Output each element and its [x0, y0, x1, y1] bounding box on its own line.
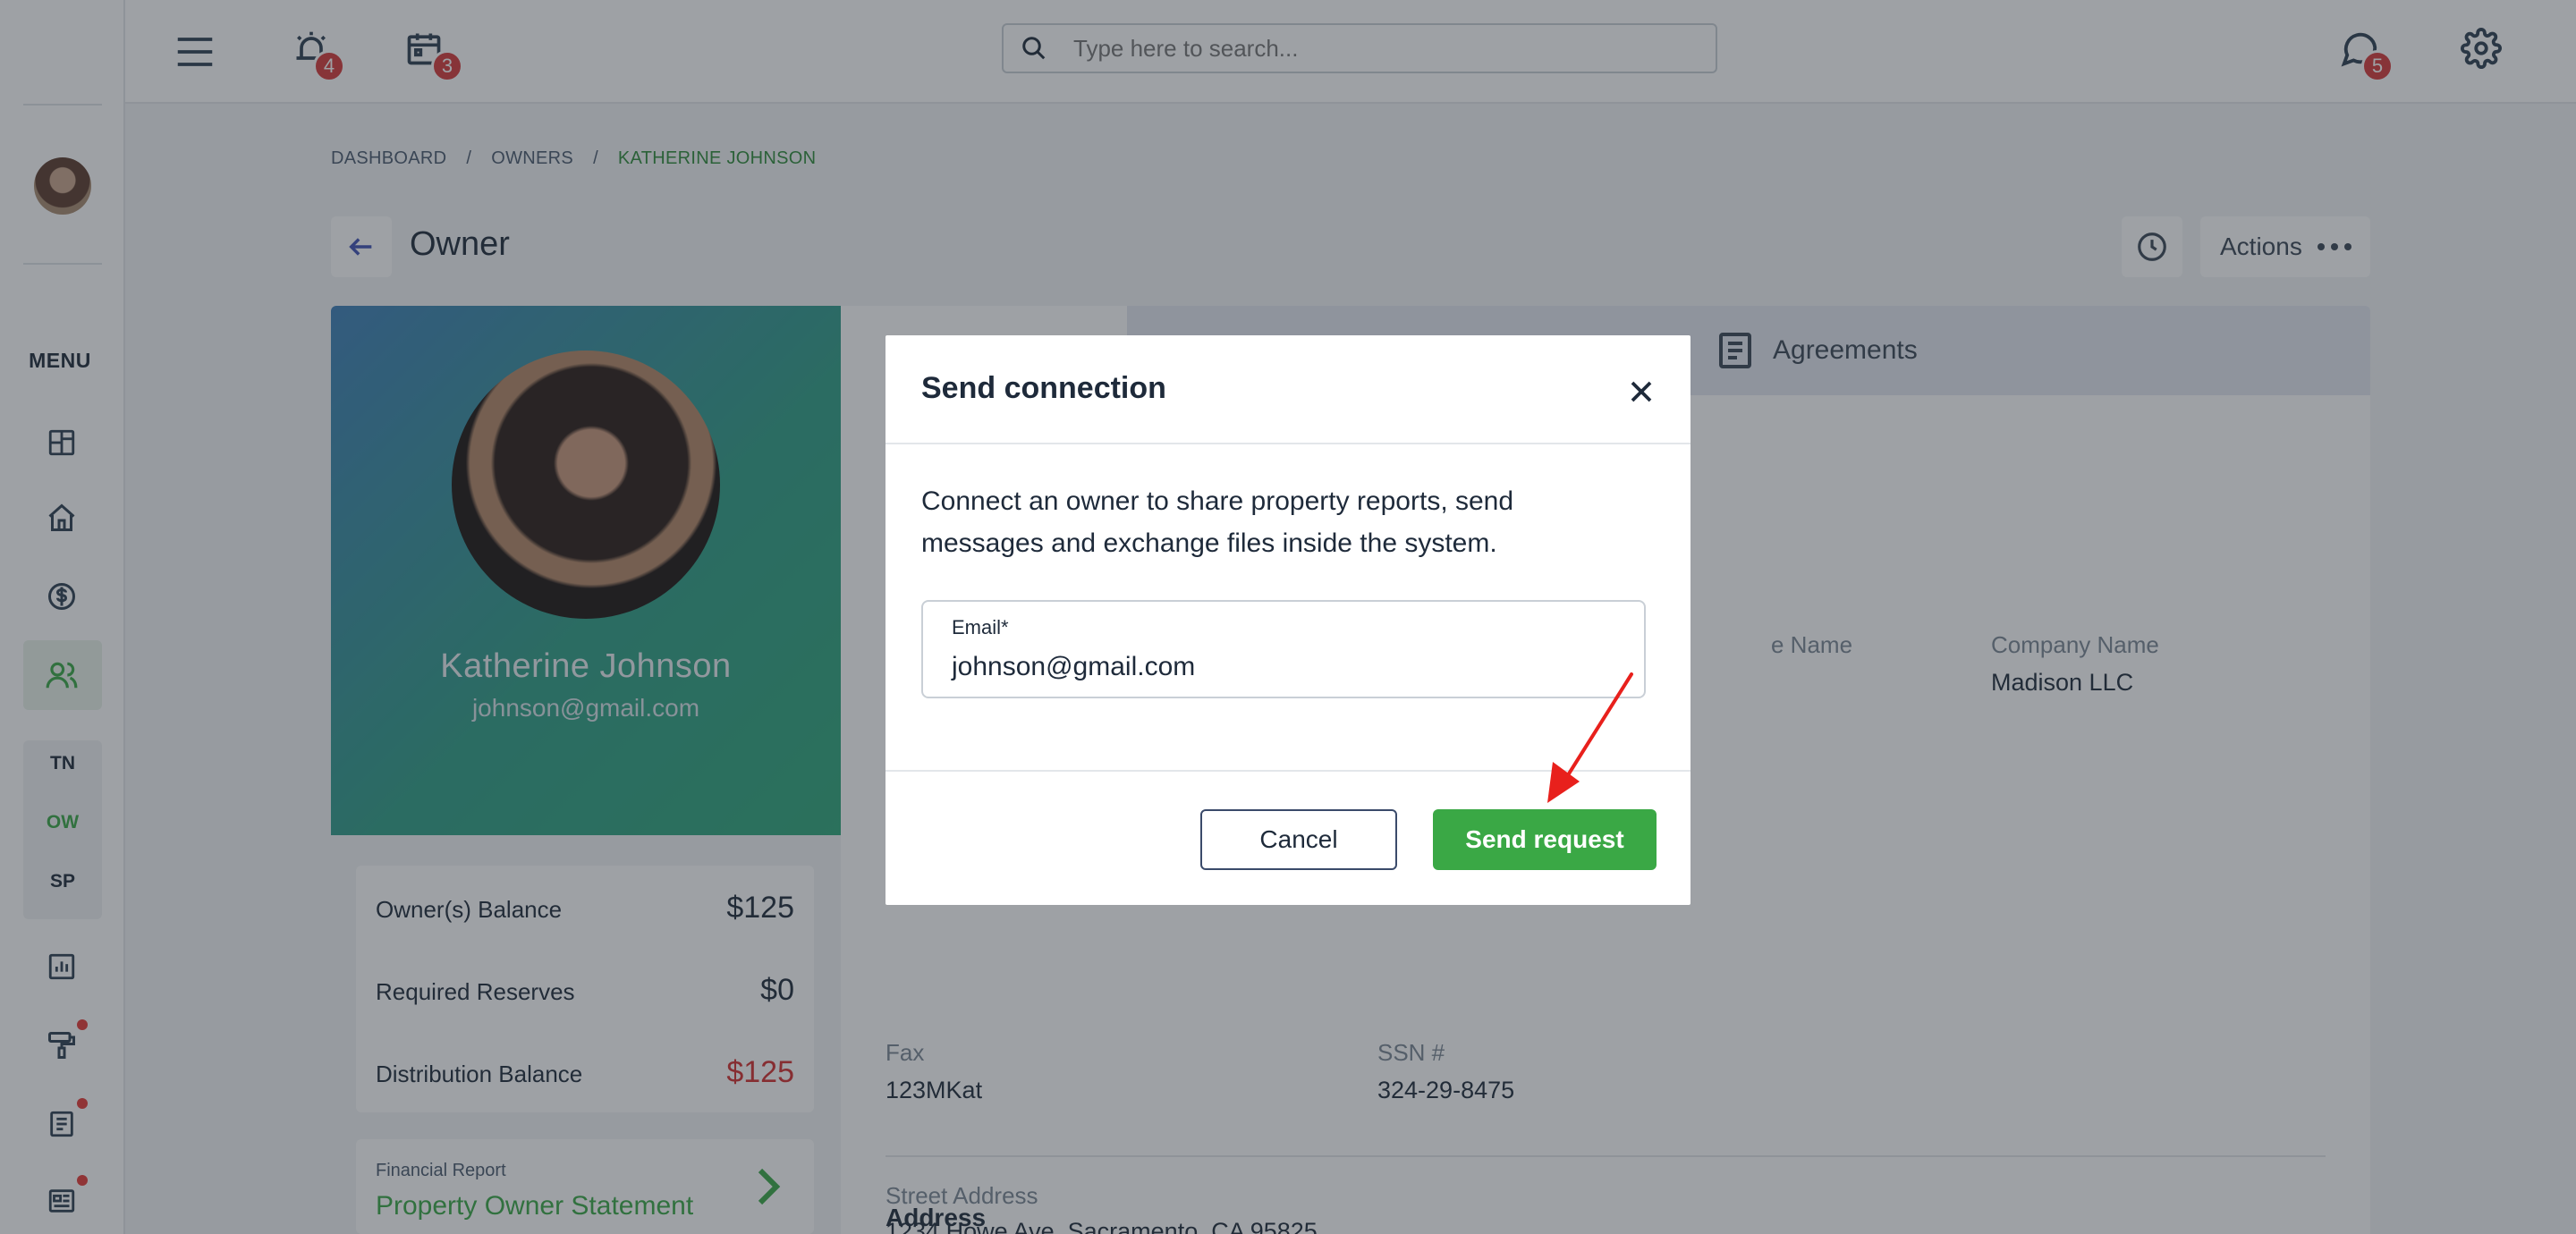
annotation-arrow	[1547, 672, 1633, 803]
modal-title: Send connection	[921, 371, 1166, 405]
close-icon[interactable]	[1619, 369, 1664, 414]
email-field-value[interactable]: johnson@gmail.com	[952, 652, 1195, 682]
cancel-button[interactable]: Cancel	[1200, 809, 1397, 870]
modal-description: Connect an owner to share property repor…	[921, 486, 1514, 558]
email-field-label: Email*	[952, 616, 1009, 638]
modal-divider	[886, 443, 1690, 444]
